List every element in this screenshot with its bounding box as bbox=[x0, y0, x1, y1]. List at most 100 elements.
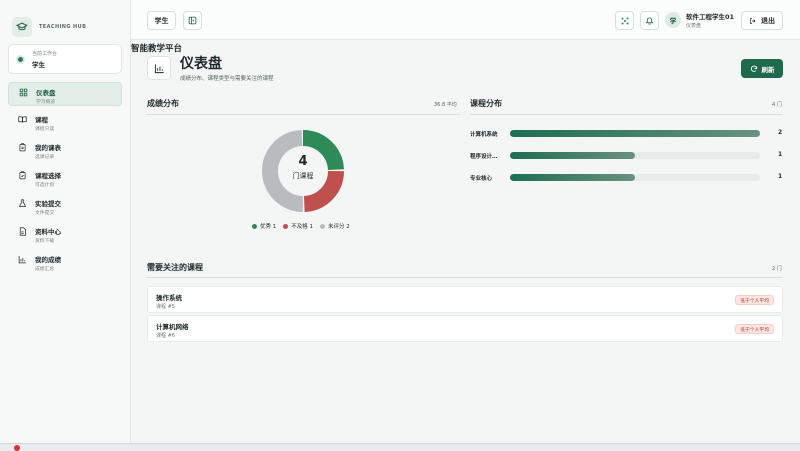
user-name: 软件工程学生01 bbox=[686, 13, 735, 21]
bar bbox=[510, 130, 760, 137]
sparkle-icon bbox=[620, 16, 629, 25]
refresh-icon bbox=[750, 65, 757, 72]
workspace-label: 当前工作台 bbox=[32, 50, 58, 57]
sidebar-item-sub: 资料下载 bbox=[35, 239, 55, 244]
donut-center-value: 4 bbox=[298, 154, 308, 169]
legend-swatch bbox=[252, 223, 257, 229]
sidebar-item-label: 仪表盘 bbox=[36, 89, 56, 97]
flask-icon bbox=[18, 199, 27, 207]
workspace-status-dot bbox=[18, 56, 23, 62]
bar bbox=[510, 174, 635, 181]
workspace-selector[interactable]: 当前工作台 学生 bbox=[8, 44, 122, 74]
course-id: 课程 #6 bbox=[156, 333, 175, 339]
bar-track bbox=[510, 130, 760, 137]
sidebar-item-label: 实验提交 bbox=[35, 200, 61, 208]
bar bbox=[510, 152, 635, 159]
role-button[interactable]: 学生 bbox=[147, 11, 176, 30]
brand[interactable]: TEACHING HUB 智能教学平台 bbox=[0, 0, 182, 54]
bar-label: 程序设计… bbox=[470, 154, 498, 160]
logout-icon bbox=[750, 17, 756, 24]
grade-distribution-title: 成绩分布 bbox=[147, 99, 179, 108]
sidebar-item-label: 我的课表 bbox=[35, 144, 61, 152]
course-card[interactable]: 计算机网络课程 #6 低于个人平均 bbox=[147, 315, 783, 342]
logout-label: 退出 bbox=[761, 16, 775, 25]
logout-button[interactable]: 退出 bbox=[741, 11, 783, 30]
main-content: 仪表盘 成绩分布、课程类型与需要关注的课程 刷新 成绩分布 36.8 平均 4 … bbox=[131, 40, 800, 443]
sidebar-item-label: 资料中心 bbox=[35, 228, 61, 236]
sidebar-item-sub: 学习概览 bbox=[36, 100, 56, 105]
legend-item: 不及格 1 bbox=[283, 222, 313, 230]
graduation-cap-icon bbox=[12, 17, 32, 37]
page-title: 仪表盘 bbox=[180, 56, 222, 72]
sidebar-item-3[interactable]: 我的课表 选课记录 bbox=[8, 138, 122, 162]
legend-item: 未评分 2 bbox=[320, 222, 350, 230]
sidebar-item-2[interactable]: 课程 课程只读 bbox=[8, 110, 122, 134]
sidebar-toggle-button[interactable] bbox=[183, 11, 202, 30]
workspace-value: 学生 bbox=[32, 60, 45, 69]
donut-center-label: 门课程 bbox=[292, 172, 314, 180]
divider bbox=[470, 114, 783, 115]
divider bbox=[147, 114, 460, 115]
brand-eyebrow: TEACHING HUB bbox=[39, 24, 87, 30]
bar-value-label: 1 bbox=[778, 173, 783, 180]
sidebar-toggle-icon bbox=[188, 16, 197, 25]
file-icon bbox=[19, 227, 26, 236]
grade-legend: 优秀 1 不及格 1 未评分 2 bbox=[252, 222, 357, 230]
sidebar-item-5[interactable]: 实验提交 文件提交 bbox=[8, 194, 122, 218]
sidebar-item-label: 课程 bbox=[35, 116, 48, 124]
notification-button[interactable] bbox=[640, 11, 659, 30]
sidebar-item-1[interactable]: 仪表盘 学习概览 bbox=[8, 82, 122, 106]
bar-value-label: 1 bbox=[778, 151, 783, 158]
error-indicator-icon[interactable] bbox=[14, 445, 20, 451]
sidebar: TEACHING HUB 智能教学平台 当前工作台 学生 仪表盘学习概览课程课程… bbox=[0, 0, 182, 443]
bar-value-label: 2 bbox=[778, 129, 783, 136]
user-menu[interactable]: 学 软件工程学生01 仪表盘 bbox=[665, 11, 734, 29]
legend-swatch bbox=[320, 223, 325, 229]
bar-chart-icon bbox=[18, 256, 26, 264]
sidebar-item-sub: 课程只读 bbox=[35, 127, 55, 132]
refresh-button[interactable]: 刷新 bbox=[741, 59, 783, 78]
clipboard-check-icon bbox=[19, 171, 26, 180]
sidebar-item-label: 课程选择 bbox=[35, 172, 61, 180]
sidebar-item-sub: 成绩汇总 bbox=[35, 267, 55, 272]
sidebar-nav: 仪表盘学习概览课程课程只读我的课表 选课记录课程选择可选计划实验提交文件提交资料中… bbox=[0, 82, 130, 274]
divider bbox=[147, 277, 783, 278]
attention-courses-title: 需要关注的课程 bbox=[147, 263, 203, 272]
dashboard-icon bbox=[19, 88, 28, 97]
sidebar-item-label: 我的成绩 bbox=[35, 256, 61, 264]
bar-row: 专业核心 1 bbox=[470, 173, 783, 183]
page-subtitle: 成绩分布、课程类型与需要关注的课程 bbox=[180, 76, 274, 82]
status-badge: 低于个人平均 bbox=[735, 324, 774, 334]
grade-average: 36.8 平均 bbox=[434, 102, 457, 108]
taskbar bbox=[0, 443, 800, 451]
course-id: 课程 #5 bbox=[156, 304, 175, 310]
sidebar-item-7[interactable]: 我的成绩 成绩汇总 bbox=[8, 250, 122, 274]
legend-swatch bbox=[283, 223, 289, 229]
bar-row: 计算机系统 2 bbox=[470, 129, 783, 139]
sidebar-item-6[interactable]: 资料中心 资料下载 bbox=[8, 222, 122, 246]
status-badge: 低于个人平均 bbox=[735, 295, 774, 305]
avatar: 学 bbox=[665, 12, 681, 28]
course-name: 操作系统 bbox=[156, 294, 182, 302]
legend-label: 不及格 1 bbox=[291, 224, 313, 230]
refresh-label: 刷新 bbox=[761, 65, 775, 74]
course-name: 计算机网络 bbox=[156, 323, 189, 331]
bar-label: 计算机系统 bbox=[470, 132, 498, 138]
sidebar-item-sub: 文件提交 bbox=[35, 211, 55, 216]
course-card[interactable]: 操作系统课程 #5 低于个人平均 bbox=[147, 286, 783, 313]
user-current-page: 仪表盘 bbox=[686, 23, 702, 29]
bar-row: 程序设计… 1 bbox=[470, 151, 783, 161]
course-count: 4 门 bbox=[772, 102, 782, 108]
book-icon bbox=[18, 116, 27, 123]
bar-label: 专业核心 bbox=[470, 176, 493, 182]
legend-label: 优秀 1 bbox=[260, 224, 277, 230]
legend-item: 优秀 1 bbox=[252, 222, 276, 230]
sidebar-item-4[interactable]: 课程选择 可选计划 bbox=[8, 166, 122, 190]
bar-track bbox=[510, 152, 760, 159]
sidebar-item-sub: 可选计划 bbox=[35, 183, 55, 188]
bar-track bbox=[510, 174, 760, 181]
attention-course-count: 2 门 bbox=[772, 266, 782, 272]
dashboard-chart-icon bbox=[147, 56, 171, 80]
course-distribution-title: 课程分布 bbox=[470, 99, 502, 108]
apps-button[interactable] bbox=[615, 11, 634, 30]
